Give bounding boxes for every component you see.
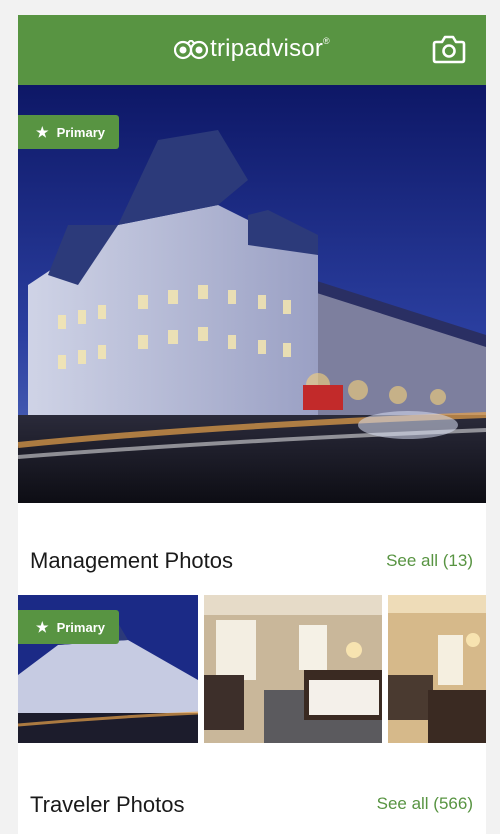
logo-text: tripadvisor — [210, 35, 324, 62]
hero-photo[interactable]: ★ Primary — [18, 85, 486, 503]
management-photo-1[interactable]: ★ Primary — [18, 595, 198, 743]
app-screen: tripadvisor® ★ Primary Management Photos… — [18, 15, 486, 834]
traveler-see-all-link[interactable]: See all (566) — [377, 794, 473, 814]
management-photo-strip[interactable]: ★ Primary — [18, 595, 486, 743]
registered-mark: ® — [323, 36, 330, 46]
star-icon: ★ — [36, 619, 49, 635]
primary-badge: ★ Primary — [18, 115, 119, 149]
thumb-primary-badge-label: Primary — [56, 620, 105, 635]
traveler-photos-title: Traveler Photos — [30, 792, 185, 817]
camera-icon[interactable] — [432, 34, 466, 64]
thumb-primary-badge: ★ Primary — [18, 610, 119, 644]
primary-badge-label: Primary — [56, 125, 105, 140]
management-photo-3[interactable] — [388, 595, 486, 743]
hotel-room-thumb — [204, 595, 382, 743]
owl-eyes-icon — [174, 40, 209, 60]
star-icon: ★ — [36, 124, 49, 140]
tripadvisor-logo[interactable]: tripadvisor® — [18, 35, 486, 63]
top-bar: tripadvisor® — [18, 15, 486, 85]
hotel-suite-thumb — [388, 595, 486, 743]
management-see-all-link[interactable]: See all (13) — [386, 551, 473, 571]
management-photos-title: Management Photos — [30, 548, 234, 573]
management-photo-2[interactable] — [204, 595, 382, 743]
